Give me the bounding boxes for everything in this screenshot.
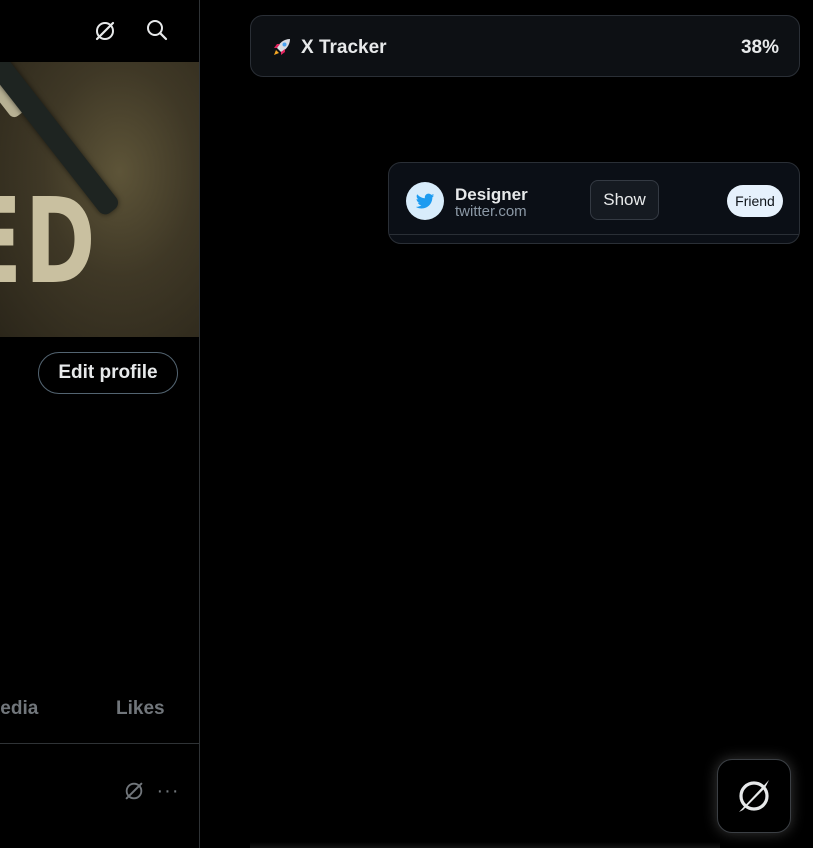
- card-divider: [389, 234, 799, 235]
- more-options-icon[interactable]: ···: [156, 780, 180, 802]
- bottom-glow: [250, 842, 720, 848]
- extension-floating-button[interactable]: [717, 759, 791, 833]
- show-button[interactable]: Show: [590, 180, 659, 220]
- card-user-name: Designer: [455, 185, 528, 204]
- tab-media[interactable]: ledia: [0, 698, 38, 720]
- profile-banner-image: ED: [0, 62, 199, 337]
- user-card: Designer twitter.com Show Friend: [388, 162, 800, 244]
- tracker-bar[interactable]: X Tracker 38%: [250, 15, 800, 77]
- card-domain: twitter.com: [455, 203, 527, 220]
- avatar: [406, 182, 444, 220]
- profile-column: ED Edit profile ledia Likes ···: [0, 0, 200, 848]
- rocket-icon: [274, 39, 290, 55]
- slashed-circle-icon: [95, 21, 115, 41]
- friend-badge[interactable]: Friend: [727, 185, 783, 217]
- twitter-bird-icon: [415, 193, 435, 209]
- tracker-percent: 38%: [740, 37, 779, 58]
- search-button[interactable]: [144, 17, 170, 43]
- search-icon: [147, 20, 168, 41]
- tabs-divider: [0, 743, 199, 744]
- profile-top-bar: [0, 0, 199, 62]
- slashed-circle-icon: [739, 780, 769, 812]
- slashed-circle-icon: [125, 782, 143, 800]
- post-extension-button[interactable]: [121, 778, 147, 804]
- tracker-title: X Tracker: [301, 37, 387, 58]
- edit-profile-button[interactable]: Edit profile: [38, 352, 178, 394]
- extension-toggle-icon[interactable]: [92, 18, 118, 44]
- tab-likes[interactable]: Likes: [116, 698, 165, 720]
- banner-text: ED: [0, 172, 99, 310]
